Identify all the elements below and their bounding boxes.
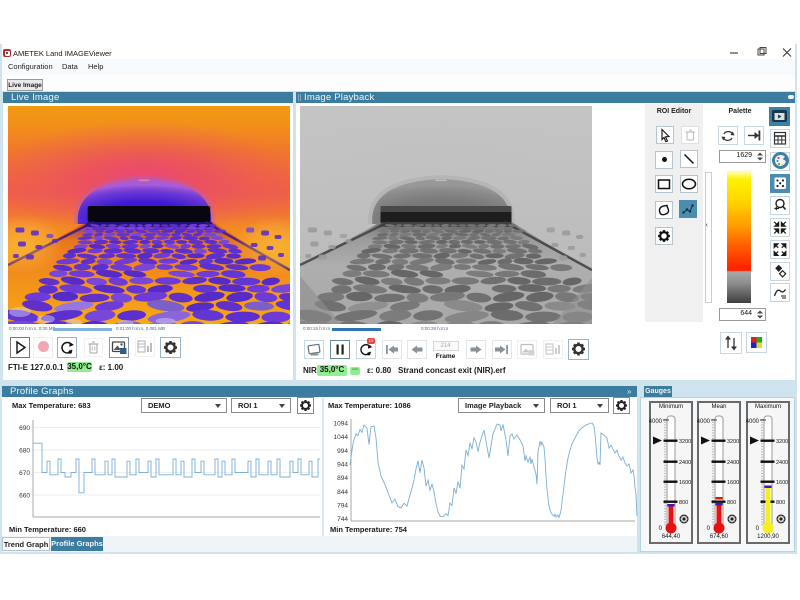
svg-text:0: 0 bbox=[659, 526, 663, 532]
svg-text:4000: 4000 bbox=[697, 419, 711, 425]
svg-text:800: 800 bbox=[776, 500, 785, 506]
svg-text:1600: 1600 bbox=[679, 480, 691, 486]
svg-text:3200: 3200 bbox=[679, 439, 691, 445]
svg-text:4000: 4000 bbox=[746, 419, 760, 425]
svg-text:4000: 4000 bbox=[649, 419, 663, 425]
svg-text:2400: 2400 bbox=[776, 460, 788, 466]
svg-text:1600: 1600 bbox=[727, 480, 739, 486]
svg-text:2400: 2400 bbox=[727, 460, 739, 466]
svg-text:3200: 3200 bbox=[727, 439, 739, 445]
svg-text:1600: 1600 bbox=[776, 480, 788, 486]
svg-text:3200: 3200 bbox=[776, 439, 788, 445]
svg-text:800: 800 bbox=[679, 500, 688, 506]
svg-text:2400: 2400 bbox=[679, 460, 691, 466]
svg-text:0: 0 bbox=[707, 526, 711, 532]
svg-text:800: 800 bbox=[727, 500, 736, 506]
svg-text:0: 0 bbox=[756, 526, 760, 532]
